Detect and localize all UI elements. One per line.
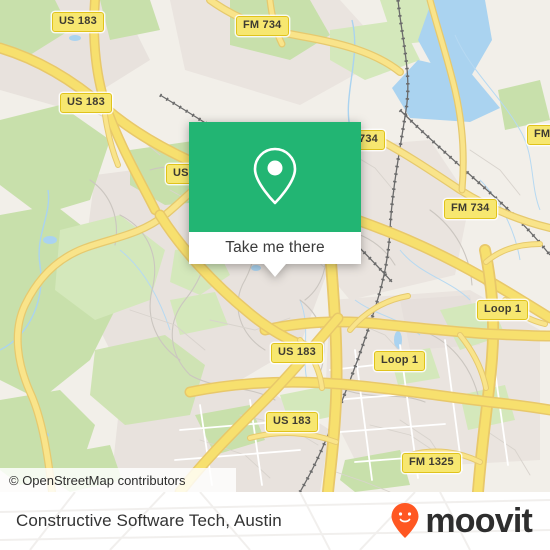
take-me-there-label: Take me there xyxy=(225,239,325,256)
road-shield-us183-d: US 183 xyxy=(266,412,318,432)
footer-bar: Constructive Software Tech, Austin moovi… xyxy=(0,492,550,550)
osm-attribution[interactable]: © OpenStreetMap contributors xyxy=(0,468,236,492)
road-shield-fm1325: FM 1325 xyxy=(402,453,461,473)
moovit-wordmark: moovit xyxy=(425,502,532,540)
moovit-smiley-pin-icon xyxy=(391,503,419,538)
map-pin-icon xyxy=(253,147,297,205)
location-popup-card[interactable]: Take me there xyxy=(189,122,361,277)
road-shield-us183-a: US 183 xyxy=(52,12,104,32)
popup-header xyxy=(189,122,361,232)
moovit-logo[interactable]: moovit xyxy=(390,502,533,540)
osm-attribution-text: © OpenStreetMap contributors xyxy=(9,472,186,488)
road-shield-fm734-a: FM 734 xyxy=(236,16,289,36)
popup-pointer-tail xyxy=(264,264,286,277)
road-shield-fm734-b: FM 734 xyxy=(444,199,497,219)
road-shield-fm-clipped-right: FM xyxy=(527,125,550,145)
road-shield-loop1-a: Loop 1 xyxy=(477,300,529,320)
road-shield-loop1-b: Loop 1 xyxy=(374,351,426,371)
map-screenshot: US 183 FM 734 US 183 FM 734 US FM 734 Lo… xyxy=(0,0,550,550)
popup-footer[interactable]: Take me there xyxy=(189,232,361,277)
place-title: Constructive Software Tech, Austin xyxy=(16,511,282,530)
road-shield-us183-b: US 183 xyxy=(60,93,112,113)
map-canvas[interactable]: US 183 FM 734 US 183 FM 734 US FM 734 Lo… xyxy=(0,0,550,492)
road-shield-us183-c: US 183 xyxy=(271,343,323,363)
